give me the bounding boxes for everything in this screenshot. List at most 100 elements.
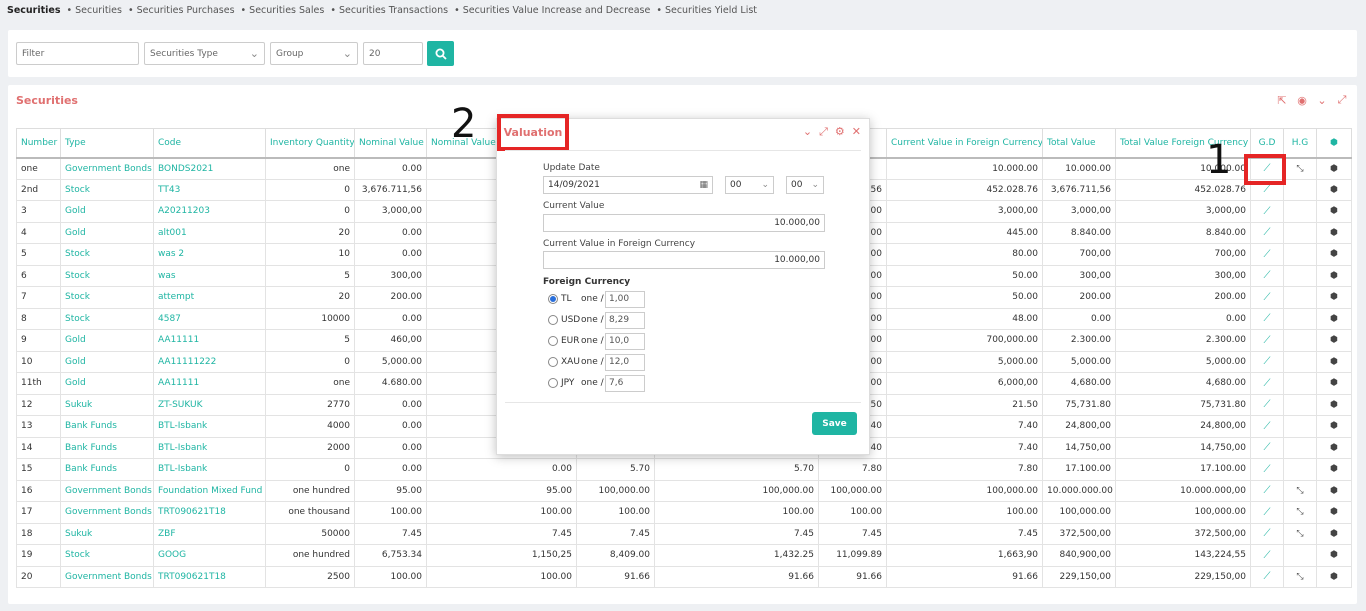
table-cell[interactable]: Sukuk: [60, 522, 154, 545]
table-cell[interactable]: Gold: [60, 350, 154, 373]
table-cell[interactable]: Government Bonds: [60, 565, 154, 588]
table-cell[interactable]: AA11111: [153, 329, 266, 352]
trend-chart-icon[interactable]: ⟋: [1264, 442, 1271, 453]
table-cell[interactable]: Bank Funds: [60, 415, 154, 438]
cube-icon[interactable]: ⬢: [1330, 335, 1338, 345]
table-cell[interactable]: 4587: [153, 307, 266, 330]
col-header[interactable]: Nominal Value: [354, 128, 427, 159]
table-cell[interactable]: Foundation Mixed Fund: [153, 479, 266, 502]
cube-icon[interactable]: ⬢: [1330, 421, 1338, 431]
expand-icon[interactable]: ⤢: [1335, 93, 1349, 107]
cube-icon[interactable]: ⬢: [1330, 292, 1338, 302]
radio[interactable]: [548, 315, 558, 325]
table-row[interactable]: 16 Government Bonds Foundation Mixed Fund o…: [16, 479, 1352, 502]
trend-chart-icon[interactable]: ⟋: [1264, 399, 1271, 410]
currency-rate-input[interactable]: 1,00: [605, 290, 645, 308]
trend-chart-icon[interactable]: ⟋: [1264, 206, 1271, 217]
cube-icon[interactable]: ⬢: [1330, 228, 1338, 238]
table-cell[interactable]: BTL-Isbank: [153, 415, 266, 438]
trend-chart-icon[interactable]: ⟋: [1264, 335, 1271, 346]
table-cell[interactable]: Stock: [60, 264, 154, 287]
currency-option-jpy[interactable]: JPY one /7,6: [548, 374, 645, 392]
trend-chart-icon[interactable]: ⟋: [1264, 184, 1271, 195]
col-header[interactable]: Total Value: [1042, 128, 1116, 159]
table-cell[interactable]: attempt: [153, 286, 266, 309]
breadcrumb-link-sales[interactable]: Securities Sales: [241, 5, 324, 16]
table-cell[interactable]: Stock: [60, 243, 154, 266]
trend-chart-icon[interactable]: ⟋: [1264, 528, 1271, 539]
table-cell[interactable]: Gold: [60, 200, 154, 223]
cube-icon[interactable]: ⬢: [1330, 206, 1338, 216]
col-header[interactable]: Code: [153, 128, 266, 159]
search-button[interactable]: [427, 41, 454, 66]
chevron-down-icon[interactable]: ⌄: [803, 125, 812, 139]
table-cell[interactable]: Government Bonds: [60, 157, 154, 180]
currency-option-tl[interactable]: TL one /1,00: [548, 290, 645, 308]
table-cell[interactable]: Stock: [60, 286, 154, 309]
currency-rate-input[interactable]: 10,0: [605, 332, 645, 350]
cube-icon[interactable]: ⬢: [1330, 550, 1338, 560]
trend-chart-icon[interactable]: ⟋: [1264, 313, 1271, 324]
col-header[interactable]: H.G: [1283, 128, 1317, 159]
table-cell[interactable]: Stock: [60, 307, 154, 330]
table-cell[interactable]: alt001: [153, 221, 266, 244]
radio[interactable]: [548, 357, 558, 367]
export-icon[interactable]: ⇱: [1275, 93, 1289, 107]
breadcrumb-link-value-change[interactable]: Securities Value Increase and Decrease: [454, 5, 651, 16]
cube-icon[interactable]: ⬢: [1330, 249, 1338, 259]
radio[interactable]: [548, 336, 558, 346]
table-row[interactable]: 19 Stock GOOG one hundred 6,753.34 1,150,25 8,…: [16, 544, 1352, 567]
col-header[interactable]: Inventory Quantity: [265, 128, 355, 159]
table-cell[interactable]: BTL-Isbank: [153, 436, 266, 459]
trend-chart-icon[interactable]: ⟋: [1264, 292, 1271, 303]
save-button[interactable]: Save: [812, 412, 857, 435]
currency-rate-input[interactable]: 12,0: [605, 353, 645, 371]
trend-chart-icon[interactable]: ⟋: [1264, 421, 1271, 432]
pin-icon[interactable]: ⤡: [1296, 572, 1303, 582]
table-cell[interactable]: GOOG: [153, 544, 266, 567]
current-value-input[interactable]: 10.000,00: [543, 214, 825, 232]
table-row[interactable]: 20 Government Bonds TRT090621T18 2500 100.00…: [16, 565, 1352, 588]
radio[interactable]: [548, 378, 558, 388]
table-cell[interactable]: A20211203: [153, 200, 266, 223]
trend-chart-icon[interactable]: ⟋: [1264, 485, 1271, 496]
table-cell[interactable]: AA11111: [153, 372, 266, 395]
cube-icon[interactable]: ⬢: [1330, 572, 1338, 582]
trend-chart-icon[interactable]: ⟋: [1264, 356, 1271, 367]
page-size-input[interactable]: 20: [363, 42, 423, 65]
cube-icon[interactable]: ⬢: [1330, 400, 1338, 410]
table-cell[interactable]: was: [153, 264, 266, 287]
table-cell[interactable]: BTL-Isbank: [153, 458, 266, 481]
breadcrumb-link-yield-list[interactable]: Securities Yield List: [656, 5, 757, 16]
table-cell[interactable]: Gold: [60, 221, 154, 244]
table-cell[interactable]: Bank Funds: [60, 458, 154, 481]
table-cell[interactable]: was 2: [153, 243, 266, 266]
cube-icon[interactable]: ⬢: [1330, 164, 1338, 174]
table-cell[interactable]: Stock: [60, 178, 154, 201]
col-header[interactable]: Current Value in Foreign Currency: [886, 128, 1043, 159]
col-header[interactable]: Number: [16, 128, 61, 159]
expand-icon[interactable]: ⤢: [819, 125, 828, 139]
trend-chart-icon[interactable]: ⟋: [1264, 270, 1271, 281]
calendar-icon[interactable]: ▦: [699, 180, 708, 190]
table-cell[interactable]: TT43: [153, 178, 266, 201]
table-cell[interactable]: ZBF: [153, 522, 266, 545]
table-row[interactable]: 18 Sukuk ZBF 50000 7.45 7.45 7.45 7.45 7.45 7.45 3…: [16, 522, 1352, 545]
filter-input[interactable]: Filter: [16, 42, 139, 65]
table-cell[interactable]: Government Bonds: [60, 501, 154, 524]
table-cell[interactable]: Government Bonds: [60, 479, 154, 502]
table-cell[interactable]: Gold: [60, 329, 154, 352]
update-date-field[interactable]: 14/09/2021 ▦: [543, 176, 713, 194]
table-row[interactable]: 15 Bank Funds BTL-Isbank 0 0.00 0.00 5.70 5.70 7…: [16, 458, 1352, 481]
minute-select[interactable]: 00 ⌄: [786, 176, 824, 194]
currency-option-eur[interactable]: EUR one /10,0: [548, 332, 645, 350]
cube-icon[interactable]: ⬢: [1330, 443, 1338, 453]
table-cell[interactable]: Stock: [60, 544, 154, 567]
table-cell[interactable]: AA11111222: [153, 350, 266, 373]
pin-icon[interactable]: ⤡: [1296, 507, 1303, 517]
table-cell[interactable]: TRT090621T18: [153, 501, 266, 524]
breadcrumb-link-purchases[interactable]: Securities Purchases: [128, 5, 235, 16]
cube-icon[interactable]: ⬢: [1330, 314, 1338, 324]
cube-icon[interactable]: ⬢: [1330, 378, 1338, 388]
gear-icon[interactable]: ⚙: [835, 125, 845, 139]
